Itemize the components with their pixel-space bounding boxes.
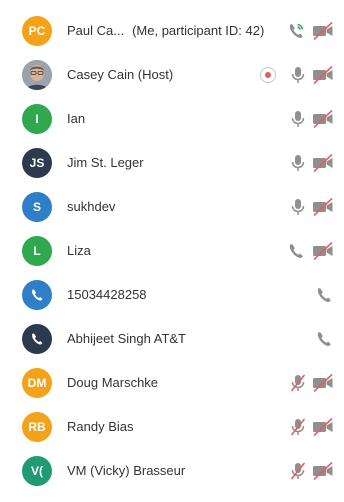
participant-name: Doug Marschke: [67, 375, 158, 391]
participant-row[interactable]: S sukhdev: [0, 185, 344, 229]
participant-row[interactable]: V( VM (Vicky) Brasseur: [0, 449, 344, 493]
avatar: [22, 324, 52, 354]
participant-name: 15034428258: [67, 287, 147, 303]
microphone-icon[interactable]: [288, 109, 308, 129]
participant-row[interactable]: Abhijeet Singh AT&T: [0, 317, 344, 361]
participant-name: Liza: [67, 243, 91, 259]
phone-icon: [32, 333, 43, 345]
avatar-initials: DM: [27, 376, 47, 390]
video-off-icon[interactable]: [311, 65, 335, 85]
participant-name: VM (Vicky) Brasseur: [67, 463, 185, 479]
video-off-icon[interactable]: [311, 373, 335, 393]
participant-name-text: sukhdev: [67, 199, 116, 214]
microphone-icon[interactable]: [288, 197, 308, 217]
participant-name-text: VM (Vicky) Brasseur: [67, 463, 186, 478]
video-off-icon[interactable]: [311, 153, 335, 173]
participant-name-text: Liza: [67, 243, 91, 258]
avatar-initials: JS: [29, 156, 45, 170]
phone-icon: [32, 289, 43, 301]
participant-name-text: Abhijeet Singh AT&T: [67, 331, 186, 346]
phone-icon[interactable]: [286, 21, 306, 41]
microphone-icon[interactable]: [288, 153, 308, 173]
avatar: PC: [22, 16, 52, 46]
video-off-icon[interactable]: [311, 461, 335, 481]
phone-icon[interactable]: [314, 285, 334, 305]
avatar: DM: [22, 368, 52, 398]
phone-icon[interactable]: [314, 329, 334, 349]
avatar: RB: [22, 412, 52, 442]
participant-name: Casey Cain (Host): [67, 67, 173, 83]
user-photo: [22, 60, 52, 90]
participant-name-suffix: (Me, participant ID: 42): [132, 23, 265, 38]
avatar: [22, 280, 52, 310]
participant-name: sukhdev: [67, 199, 115, 215]
participant-name-text: Paul Ca...: [67, 23, 125, 38]
avatar-initials: I: [35, 112, 39, 126]
avatar: V(: [22, 456, 52, 486]
participant-name-text: Randy Bias: [67, 419, 134, 434]
avatar-initials: PC: [28, 24, 46, 38]
phone-icon[interactable]: [286, 241, 306, 261]
participant-name-text: 15034428258: [67, 287, 147, 302]
participant-row[interactable]: I Ian: [0, 97, 344, 141]
participant-name-text: Doug Marschke: [67, 375, 159, 390]
video-off-icon[interactable]: [311, 241, 335, 261]
video-off-icon[interactable]: [311, 21, 335, 41]
participant-name: Paul Ca... (Me, participant ID: 42): [67, 23, 264, 39]
microphone-muted-icon[interactable]: [288, 373, 308, 393]
participant-name: Ian: [67, 111, 85, 127]
avatar-initials: V(: [31, 464, 43, 478]
participant-list: PC Paul Ca... (Me, participant ID: 42) C…: [0, 0, 344, 502]
participant-name-text: Ian: [67, 111, 86, 126]
participant-row[interactable]: DM Doug Marschke: [0, 361, 344, 405]
avatar-initials: L: [33, 244, 41, 258]
participant-name: Abhijeet Singh AT&T: [67, 331, 186, 347]
participant-row[interactable]: Casey Cain (Host): [0, 53, 344, 97]
participant-name: Jim St. Leger: [67, 155, 144, 171]
microphone-icon[interactable]: [288, 65, 308, 85]
avatar: L: [22, 236, 52, 266]
participant-row[interactable]: JS Jim St. Leger: [0, 141, 344, 185]
avatar: S: [22, 192, 52, 222]
participant-name-text: Casey Cain (Host): [67, 67, 174, 82]
participant-row[interactable]: RB Randy Bias: [0, 405, 344, 449]
participant-row[interactable]: L Liza: [0, 229, 344, 273]
participant-row[interactable]: 15034428258: [0, 273, 344, 317]
participant-name: Randy Bias: [67, 419, 133, 435]
video-off-icon[interactable]: [311, 417, 335, 437]
avatar-initials: RB: [28, 420, 46, 434]
video-off-icon[interactable]: [311, 109, 335, 129]
avatar: I: [22, 104, 52, 134]
avatar: JS: [22, 148, 52, 178]
microphone-muted-icon[interactable]: [288, 461, 308, 481]
video-off-icon[interactable]: [311, 197, 335, 217]
participant-name-text: Jim St. Leger: [67, 155, 144, 170]
microphone-muted-icon[interactable]: [288, 417, 308, 437]
participant-row[interactable]: PC Paul Ca... (Me, participant ID: 42): [0, 9, 344, 53]
avatar-initials: S: [32, 200, 41, 214]
recording-icon: [258, 65, 278, 85]
